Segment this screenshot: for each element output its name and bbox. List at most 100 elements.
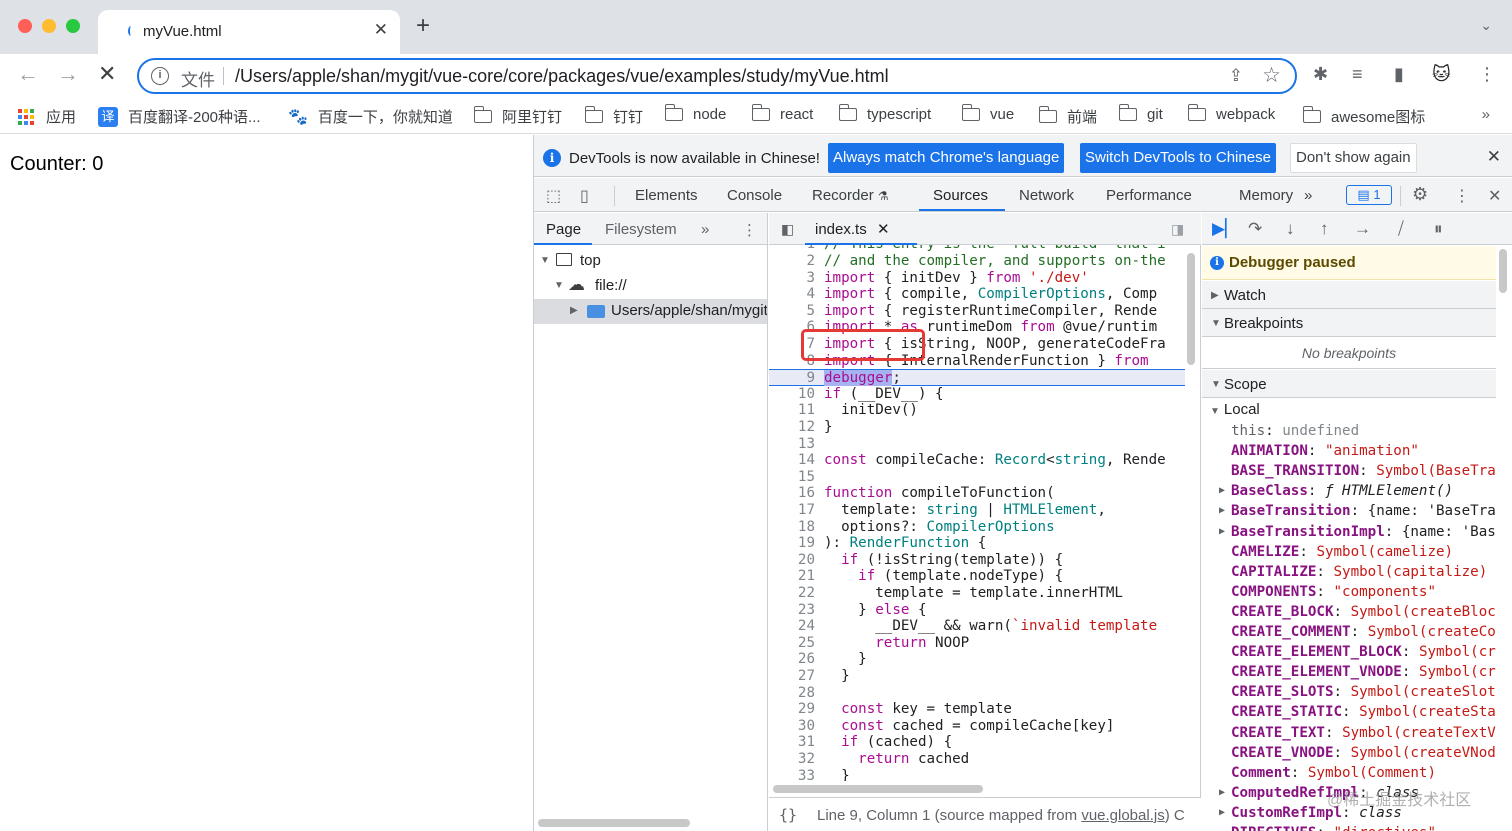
code-line[interactable]: 12} [769, 419, 1185, 436]
scope-variable[interactable]: CREATE_BLOCK: Symbol(createBlock) [1202, 602, 1496, 622]
line-number[interactable]: 12 [769, 419, 815, 436]
tab-elements[interactable]: Elements [635, 187, 698, 204]
line-number[interactable]: 20 [769, 552, 815, 569]
line-number[interactable]: 3 [769, 270, 815, 287]
scope-local-header[interactable]: ▼ Local [1210, 401, 1260, 418]
code-line[interactable]: 1 // This entry is the "full-build" that … [769, 245, 1185, 253]
toggle-debugger-icon[interactable]: ◨ [1171, 221, 1184, 238]
tab-close-icon[interactable]: ✕ [877, 220, 890, 238]
expand-triangle-icon[interactable]: ▶ [1219, 783, 1225, 803]
line-number[interactable]: 30 [769, 718, 815, 735]
code-line[interactable]: 19): RenderFunction { [769, 535, 1185, 552]
scope-variable[interactable]: BASE_TRANSITION: Symbol(BaseTransition) [1202, 461, 1496, 481]
more-tabs-chevron-icon[interactable]: » [1304, 187, 1312, 204]
line-number[interactable]: 4 [769, 286, 815, 303]
site-info-icon[interactable]: i [151, 67, 169, 85]
bookmark-baidu[interactable]: 🐾 百度一下，你就知道 [288, 106, 453, 127]
bookmark-folder[interactable]: 阿里钉钉 [474, 106, 562, 127]
step-icon[interactable]: → [1354, 219, 1371, 239]
step-into-icon[interactable]: ↓ [1286, 219, 1295, 239]
code-line[interactable]: 25 return NOOP [769, 635, 1185, 652]
stop-loading-button[interactable]: ✕ [98, 62, 116, 86]
code-line[interactable]: 21 if (template.nodeType) { [769, 568, 1185, 585]
infobar-close-icon[interactable]: ✕ [1487, 147, 1501, 167]
scope-variable[interactable]: CREATE_VNODE: Symbol(createVNode) [1202, 743, 1496, 763]
code-line[interactable]: 27 } [769, 668, 1185, 685]
step-over-icon[interactable]: ↷ [1248, 219, 1262, 239]
tab-performance[interactable]: Performance [1106, 187, 1192, 204]
line-number[interactable]: 9 [769, 370, 815, 387]
line-number[interactable]: 28 [769, 685, 815, 702]
url-text[interactable]: /Users/apple/shan/mygit/vue-core/core/pa… [235, 66, 889, 87]
line-number[interactable]: 26 [769, 651, 815, 668]
section-watch[interactable]: ▶ Watch [1202, 281, 1496, 309]
line-number[interactable]: 29 [769, 701, 815, 718]
scope-variable[interactable]: ANIMATION: "animation" [1202, 441, 1496, 461]
code-line[interactable]: 11 initDev() [769, 402, 1185, 419]
navigator-scrollbar[interactable] [538, 819, 690, 827]
tab-console[interactable]: Console [727, 187, 782, 204]
expand-triangle-icon[interactable]: ▶ [1219, 481, 1225, 501]
scope-variable[interactable]: CREATE_STATIC: Symbol(createStaticVNode) [1202, 702, 1496, 722]
zoom-window-button[interactable] [66, 19, 80, 33]
collapse-triangle-icon[interactable]: ▶ [570, 305, 578, 316]
tree-item-folder[interactable]: ▶ Users/apple/shan/mygit/vue [534, 299, 767, 324]
expand-triangle-icon[interactable]: ▶ [1219, 803, 1225, 823]
code-line[interactable]: 33 } [769, 768, 1185, 781]
line-number[interactable]: 25 [769, 635, 815, 652]
code-line[interactable]: 23 } else { [769, 602, 1185, 619]
code-line[interactable]: 9 debugger; [769, 369, 1185, 387]
code-line[interactable]: 10 if (__DEV__) { [769, 386, 1185, 403]
code-line[interactable]: 2 // and the compiler, and supports on-th… [769, 253, 1185, 270]
resume-icon[interactable]: ▶▏ [1212, 219, 1238, 239]
section-breakpoints[interactable]: ▼ Breakpoints [1202, 309, 1496, 337]
share-icon[interactable]: ⇪ [1229, 66, 1243, 86]
line-number[interactable]: 17 [769, 502, 815, 519]
scope-variable[interactable]: CAMELIZE: Symbol(camelize) [1202, 542, 1496, 562]
always-match-language-button[interactable]: Always match Chrome's language [828, 143, 1065, 173]
line-number[interactable]: 10 [769, 386, 815, 403]
code-line[interactable]: 18 options?: CompilerOptions [769, 519, 1185, 536]
new-tab-button[interactable]: + [416, 14, 430, 38]
bookmarks-overflow-button[interactable]: » [1482, 106, 1490, 123]
devtools-menu-kebab-icon[interactable]: ⋮ [1454, 186, 1470, 206]
address-bar[interactable]: i 文件 /Users/apple/shan/mygit/vue-core/co… [137, 58, 1297, 94]
close-window-button[interactable] [18, 19, 32, 33]
minimize-window-button[interactable] [42, 19, 56, 33]
pause-on-exceptions-icon[interactable]: ⏸ [1434, 219, 1443, 239]
scope-variable[interactable]: ▶ BaseTransitionImpl: {name: 'BaseTransit… [1202, 522, 1496, 542]
source-map-link[interactable]: vue.global.js [1081, 807, 1164, 824]
expand-triangle-icon[interactable]: ▼ [540, 255, 550, 266]
forward-button[interactable]: → [57, 62, 79, 86]
scope-variable[interactable]: CREATE_TEXT: Symbol(createTextVNode) [1202, 723, 1496, 743]
toggle-navigator-icon[interactable]: ◧ [781, 221, 794, 238]
code-line[interactable]: 24 __DEV__ && warn(`invalid template [769, 618, 1185, 635]
tab-search-chevron-down-icon[interactable]: ⌄ [1480, 17, 1492, 34]
section-scope[interactable]: ▼ Scope [1202, 370, 1496, 398]
scope-variable[interactable]: CREATE_ELEMENT_VNODE: Symbol(createEleme… [1202, 662, 1496, 682]
code-line[interactable]: 3 import { initDev } from './dev' [769, 270, 1185, 287]
profile-avatar-icon[interactable]: 🐱 [1432, 64, 1451, 85]
line-number[interactable]: 32 [769, 751, 815, 768]
scope-variable[interactable]: this: undefined [1202, 421, 1496, 441]
tree-item-top[interactable]: ▼ top [534, 249, 767, 274]
tab-page[interactable]: Page [546, 221, 581, 238]
bookmark-folder[interactable]: 钉钉 [585, 106, 643, 127]
line-number[interactable]: 1 [769, 245, 815, 253]
bookmark-folder[interactable]: git [1119, 104, 1163, 123]
browser-tab[interactable]: myVue.html ✕ [98, 10, 400, 54]
expand-triangle-icon[interactable]: ▶ [1219, 501, 1225, 521]
line-number[interactable]: 14 [769, 452, 815, 469]
code-line[interactable]: 15 [769, 469, 1185, 486]
code-line[interactable]: 4 import { compile, CompilerOptions, Comp [769, 286, 1185, 303]
side-panel-icon[interactable]: ▮ [1394, 64, 1404, 85]
line-number[interactable]: 23 [769, 602, 815, 619]
scope-variable[interactable]: ▶ BaseTransition: {name: 'BaseTransition' [1202, 501, 1496, 521]
code-line[interactable]: 30 const cached = compileCache[key] [769, 718, 1185, 735]
code-line[interactable]: 13 [769, 436, 1185, 453]
line-number[interactable]: 21 [769, 568, 815, 585]
code-line[interactable]: 28 [769, 685, 1185, 702]
code-line[interactable]: 17 template: string | HTMLElement, [769, 502, 1185, 519]
inspect-element-icon[interactable]: ⬚ [546, 186, 561, 206]
bookmark-folder[interactable]: webpack [1188, 104, 1275, 123]
